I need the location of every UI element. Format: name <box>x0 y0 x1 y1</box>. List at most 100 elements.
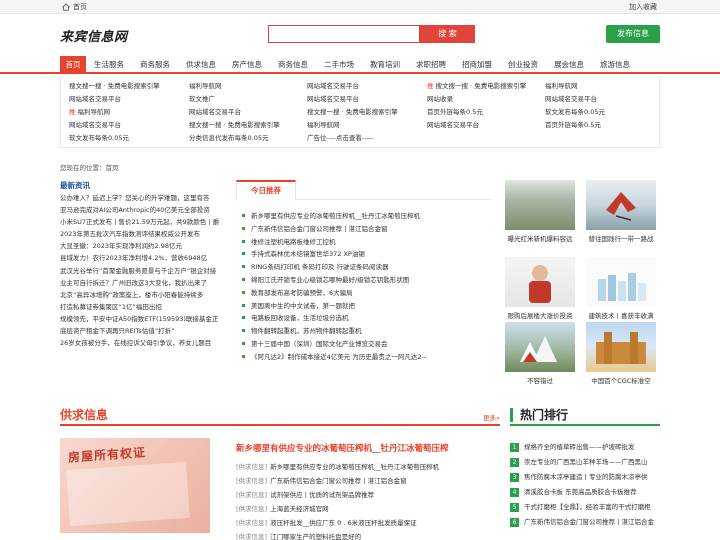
recommend-item[interactable]: 绵阳江氏开锁专业心级锁芯哪种最好/级锁芯钥匙形状图 <box>240 274 495 287</box>
news-thumbnail[interactable] <box>586 180 656 230</box>
add-favorite-link[interactable]: 加入收藏 <box>629 2 657 12</box>
image-caption[interactable]: 中国首个CGC标准空 <box>586 375 656 385</box>
recommend-item[interactable]: 美国离中生的中文试卷，第一题就把 <box>240 300 495 313</box>
search-button[interactable]: 搜 索 <box>420 25 475 43</box>
recommend-item[interactable]: 《阿凡达2》制作成本接近4亿美元 为历史最贵之一阿凡达2-- <box>240 351 495 364</box>
supply-item-text[interactable]: 液压杆批发__供应厂东 0 . 6米液压杆批发质量保证 <box>270 519 417 527</box>
nav-item[interactable]: 商务信息 <box>270 56 316 74</box>
quick-link[interactable]: 网站域名交易平台 <box>307 80 398 93</box>
recommend-item[interactable]: 第十三届中国（深圳）国际文化产业博览交易会 <box>240 338 495 351</box>
hot-item-text[interactable]: 清溪胶合卡板 东莞高品质胶合卡板推荐 <box>524 485 637 500</box>
recommend-item[interactable]: 电路板回收设备，生活垃圾分选机 <box>240 312 495 325</box>
nav-item[interactable]: 商务服务 <box>132 56 178 74</box>
quick-link[interactable]: 福利导航网 <box>189 80 280 93</box>
hot-item[interactable]: 6 广东新伟信铝合金门窗公司推荐丨湛江铝合金 <box>510 515 660 530</box>
news-thumbnail[interactable] <box>505 322 575 372</box>
hot-item-text[interactable]: 规格齐全的植草砖出售——护坡砖批发 <box>524 440 635 455</box>
recommend-item[interactable]: RING条码打印机 条码打印及 行驶证条码阅读器 <box>240 261 495 274</box>
news-item[interactable]: 2023年第五批次汽车指数测评结果权威公开发布 <box>60 228 225 240</box>
image-card[interactable]: 不容错过 <box>505 322 575 385</box>
home-link[interactable]: 首页 <box>62 2 87 12</box>
hot-item[interactable]: 1 规格齐全的植草砖出售——护坡砖批发 <box>510 440 660 455</box>
quick-link[interactable]: 首页外链每条0.5元 <box>427 106 526 119</box>
recommend-item-text[interactable]: 美国离中生的中文试卷，第一题就把 <box>251 302 355 310</box>
nav-item[interactable]: 求职招聘 <box>408 56 454 74</box>
recommend-item[interactable]: 维修注塑机电路板维修工控机 <box>240 236 495 249</box>
tab-today-recommend[interactable]: 今日推荐 <box>236 180 296 200</box>
supply-item[interactable]: [供求信息] 江门哪家生产的塑料托盘是好的 <box>236 530 501 540</box>
news-item[interactable]: 规模领先，平安中证A50指数ETF(159593)联接基金正 <box>60 313 225 325</box>
supply-item-text[interactable]: 新乡哪里有供应专业的冰葡萄压榨机__牡丹江冰葡萄压榨机 <box>270 463 439 471</box>
quick-link[interactable]: 搜文搜一搜 · 免费电影搜索引擎 <box>307 106 398 119</box>
nav-item[interactable]: 旅游信息 <box>592 56 638 74</box>
hot-item[interactable]: 5 干式打磨柜【全鼎】，经验丰富的干式打磨柜 <box>510 500 660 515</box>
quick-link[interactable]: 广告位----点击查看----- <box>307 132 398 145</box>
recommend-item-text[interactable]: 教育部发布高考防骗预警，6大骗局 <box>251 289 353 297</box>
nav-item[interactable]: 房产信息 <box>224 56 270 74</box>
quick-link[interactable]: 软文推广 <box>189 93 280 106</box>
recommend-item-text[interactable]: 手持式森林优木结镜富世华372 XP油锯 <box>251 250 365 258</box>
quick-link[interactable]: 网站域名交易平台 <box>189 106 280 119</box>
image-caption[interactable]: 限购后展楼大涨价投资 <box>505 310 575 320</box>
quick-link[interactable]: 搜文搜一搜 · 免费电影搜索引擎 <box>69 80 160 93</box>
news-item[interactable]: 武汉光谷举行“首聚金融服务愿景与千企万户”银企对接 <box>60 265 225 277</box>
image-card[interactable]: 建筑技术丨喜获丰收满 <box>586 257 656 320</box>
image-card[interactable]: 中国首个CGC标准空 <box>586 322 656 385</box>
supply-headline[interactable]: 新乡哪里有供应专业的冰葡萄压榨机__牡丹江冰葡萄压榨 <box>236 442 449 454</box>
nav-item[interactable]: 展会信息 <box>546 56 592 74</box>
quick-link[interactable]: 搜文搜一搜 · 免费电影搜索引擎 <box>189 119 280 132</box>
nav-item[interactable]: 供求信息 <box>178 56 224 74</box>
search-input[interactable] <box>268 25 420 43</box>
supply-thumbnail[interactable]: 房屋所有权证 <box>60 438 210 533</box>
recommend-item-text[interactable]: RING条码打印机 条码打印及 行驶证条码阅读器 <box>251 263 388 271</box>
news-item[interactable]: 大显圣徽：2023年实现净利润约2.98亿元 <box>60 240 225 252</box>
quick-link[interactable]: 软文发布每条0.05元 <box>69 132 160 145</box>
supply-item-text[interactable]: 试剂架供应丨优质的试剂架品牌推荐 <box>270 491 374 499</box>
recommend-item-text[interactable]: 新乡哪里有供应专业的冰葡萄压榨机__牡丹江冰葡萄压榨机 <box>251 212 420 220</box>
publish-info-button[interactable]: 发布信息 <box>606 25 660 43</box>
nav-item[interactable]: 创业投资 <box>500 56 546 74</box>
recommend-item-text[interactable]: 维修注塑机电路板维修工控机 <box>251 238 336 246</box>
image-caption[interactable]: 曝光红米新机爆料容远 <box>505 233 575 243</box>
image-caption[interactable]: 替往国践行一带一路战 <box>586 233 656 243</box>
hot-item-text[interactable]: 焦作防腐木凉亭建造丨专业的防腐木凉亭供 <box>524 470 648 485</box>
recommend-item[interactable]: 广东新伟信铝合金门窗公司推荐丨湛江铝合金窗 <box>240 223 495 236</box>
quick-link[interactable]: 推搜文搜一搜 · 免费电影搜索引擎 <box>427 80 526 93</box>
quick-link[interactable]: 网站收录 <box>427 93 526 106</box>
news-thumbnail[interactable] <box>586 322 656 372</box>
supply-item-text[interactable]: 江门哪家生产的塑料托盘是好的 <box>270 533 361 540</box>
news-item[interactable]: 亚马逊完成对AI公司Anthropic的40亿美元全部投资 <box>60 204 225 216</box>
supply-item[interactable]: [供求信息] 新乡哪里有供应专业的冰葡萄压榨机__牡丹江冰葡萄压榨机 <box>236 460 501 474</box>
hot-item[interactable]: 4 清溪胶合卡板 东莞高品质胶合卡板推荐 <box>510 485 660 500</box>
recommend-item[interactable]: 物件翻转起重机，苏州物件翻转起重机 <box>240 325 495 338</box>
news-item[interactable]: 打造私募证券集聚区“1亿”福田出招 <box>60 301 225 313</box>
nav-item[interactable]: 生活服务 <box>86 56 132 74</box>
hot-item-text[interactable]: 干式打磨柜【全鼎】，经验丰富的干式打磨柜 <box>524 500 651 515</box>
image-card[interactable]: 替往国践行一带一路战 <box>586 180 656 243</box>
news-item[interactable]: 县域发力！农行2023年净利增4.2%，营收6948亿 <box>60 252 225 264</box>
recommend-item[interactable]: 新乡哪里有供应专业的冰葡萄压榨机__牡丹江冰葡萄压榨机 <box>240 210 495 223</box>
news-item[interactable]: 26岁女孩被分手，在线控诉父母引争议，养女儿题目 <box>60 337 225 349</box>
recommend-item-text[interactable]: 广东新伟信铝合金门窗公司推荐丨湛江铝合金窗 <box>251 225 388 233</box>
news-item[interactable]: 小米SU7正式发布丨售价21.59万元起，共9款颜色丨爵 <box>60 216 225 228</box>
site-logo[interactable]: 来宾信息网 <box>60 26 128 45</box>
nav-item[interactable]: 教育培训 <box>362 56 408 74</box>
quick-link[interactable]: 分类信息代发布每条0.05元 <box>189 132 280 145</box>
nav-item[interactable]: 招商加盟 <box>454 56 500 74</box>
supply-item[interactable]: [供求信息] 试剂架供应丨优质的试剂架品牌推荐 <box>236 488 501 502</box>
recommend-item-text[interactable]: 物件翻转起重机，苏州物件翻转起重机 <box>251 327 362 335</box>
image-caption[interactable]: 建筑技术丨喜获丰收满 <box>586 310 656 320</box>
quick-link[interactable]: 推福利导航网 <box>69 106 160 119</box>
image-caption[interactable]: 不容错过 <box>505 375 575 385</box>
news-thumbnail[interactable] <box>505 257 575 307</box>
quick-link[interactable]: 网站域名交易平台 <box>427 119 526 132</box>
recommend-item-text[interactable]: 绵阳江氏开锁专业心级锁芯哪种最好/级锁芯钥匙形状图 <box>251 276 409 284</box>
quick-link[interactable]: 首页外链每条0.5元 <box>545 119 605 132</box>
more-link[interactable]: 更多» <box>483 412 500 422</box>
recommend-item-text[interactable]: 电路板回收设备，生活垃圾分选机 <box>251 314 349 322</box>
hot-item-text[interactable]: 广东新伟信铝合金门窗公司推荐丨湛江铝合金 <box>524 515 654 530</box>
quick-link[interactable]: 软文发布每条0.05元 <box>545 106 605 119</box>
news-item[interactable]: 北京“高异冰增购”政策座上，楼市小阳春能持续多 <box>60 289 225 301</box>
news-item[interactable]: 公办难入？延迟上学？您关心的升学难题，这里有答 <box>60 192 225 204</box>
hot-item[interactable]: 2 崇左专业的广西黑山羊种羊场——广西黑山 <box>510 455 660 470</box>
